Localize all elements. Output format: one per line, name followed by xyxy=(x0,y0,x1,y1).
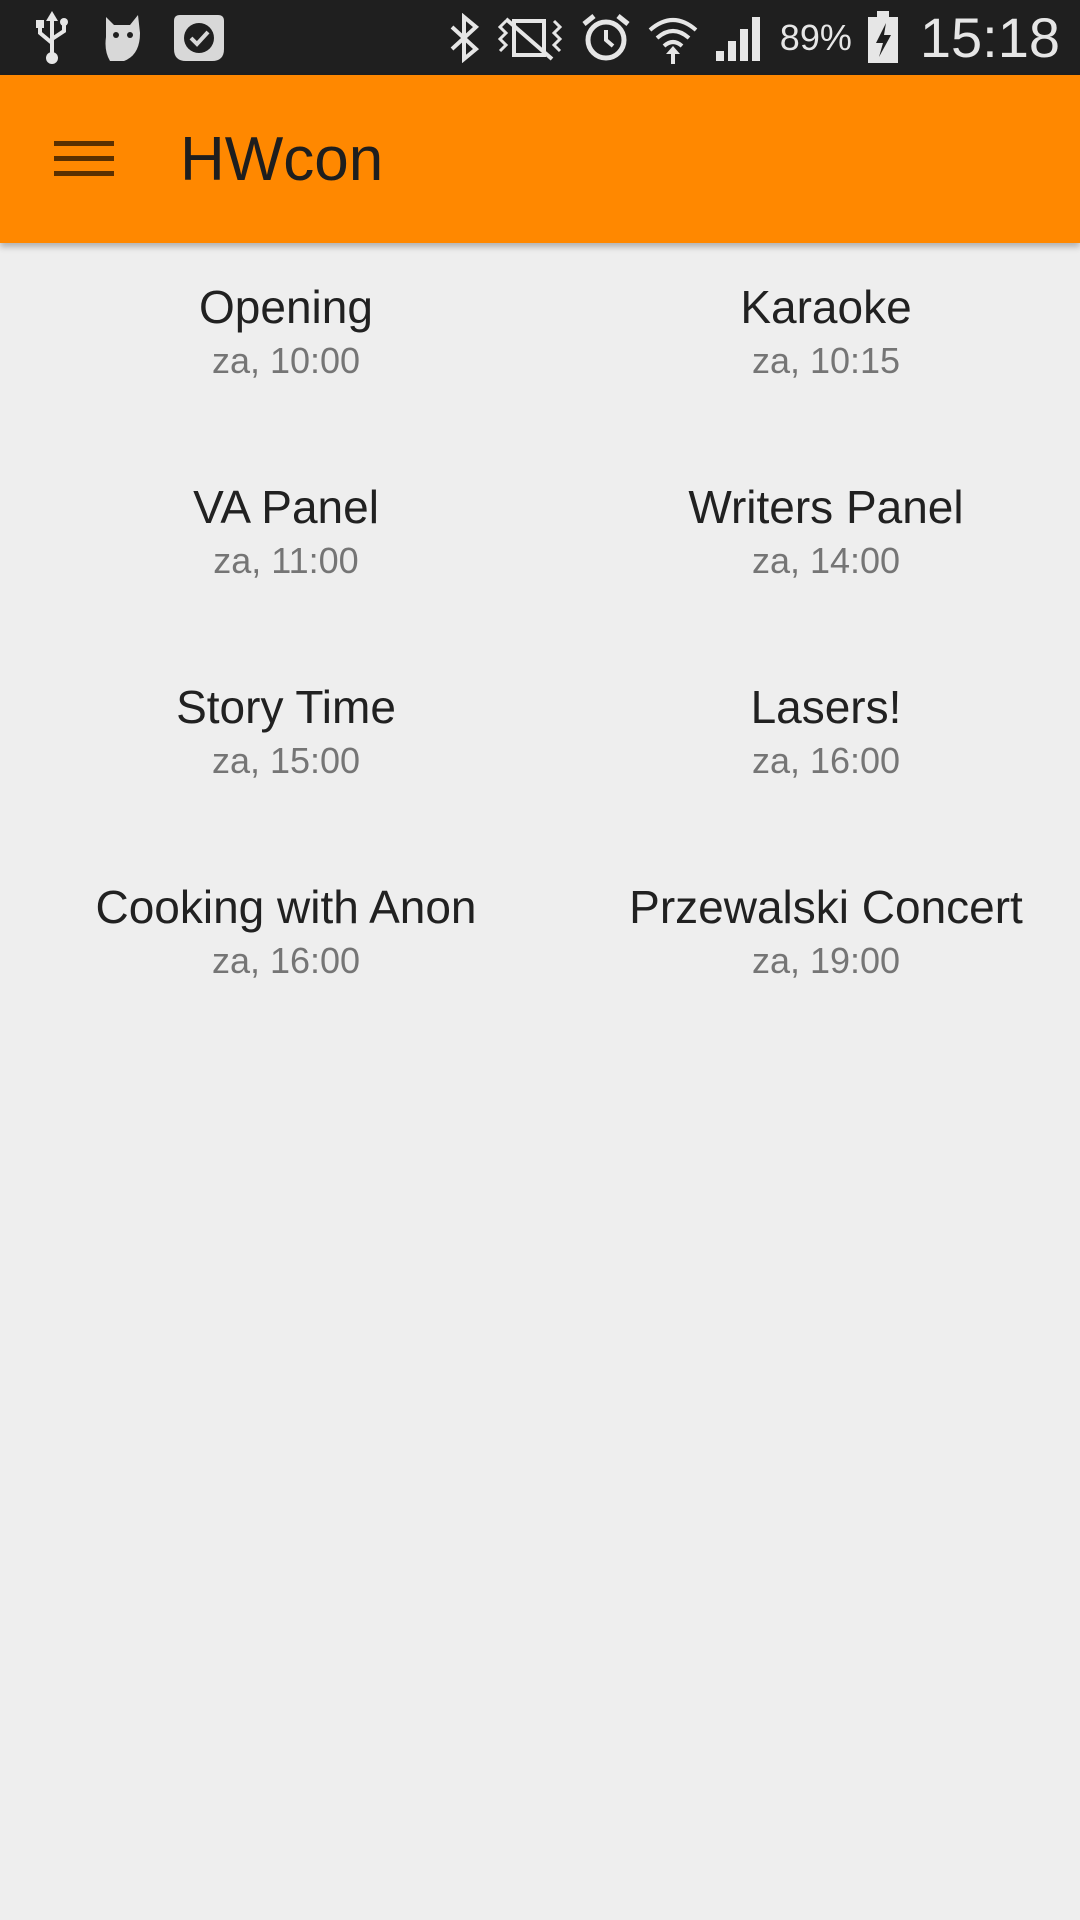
battery-percent: 89% xyxy=(779,16,852,58)
alarm-icon xyxy=(580,12,632,64)
checkmark-notification-icon xyxy=(172,11,226,65)
event-title: Writers Panel xyxy=(688,481,964,533)
event-item[interactable]: Story Time za, 15:00 xyxy=(0,643,572,843)
event-title: Przewalski Concert xyxy=(629,881,1023,933)
notification-icons xyxy=(32,10,226,66)
cat-notification-icon xyxy=(100,11,144,65)
event-time: za, 16:00 xyxy=(751,740,901,781)
event-item[interactable]: Cooking with Anon za, 16:00 xyxy=(0,843,572,1043)
event-title: Lasers! xyxy=(750,681,902,733)
event-time: za, 19:00 xyxy=(751,940,901,981)
event-grid: Opening za, 10:00 Karaoke za, 10:15 VA P… xyxy=(0,243,1080,1043)
system-icons: 89% 15:18 xyxy=(446,0,1060,75)
event-item[interactable]: Opening za, 10:00 xyxy=(0,243,572,443)
event-title: Karaoke xyxy=(740,281,912,333)
page-title: HWcon xyxy=(180,125,384,194)
hamburger-menu-icon[interactable] xyxy=(42,127,126,191)
app-bar: HWcon xyxy=(0,75,1080,243)
event-title: Story Time xyxy=(176,681,396,733)
wifi-icon xyxy=(646,12,700,64)
event-time: za, 15:00 xyxy=(211,740,361,781)
vibrate-icon xyxy=(496,13,566,63)
event-item[interactable]: VA Panel za, 11:00 xyxy=(0,443,572,643)
event-item[interactable]: Writers Panel za, 14:00 xyxy=(572,443,1080,643)
event-item[interactable]: Przewalski Concert za, 19:00 xyxy=(572,843,1080,1043)
usb-icon xyxy=(32,11,72,65)
signal-icon xyxy=(714,13,766,63)
event-item[interactable]: Lasers! za, 16:00 xyxy=(572,643,1080,843)
event-item[interactable]: Karaoke za, 10:15 xyxy=(572,243,1080,443)
event-time: za, 10:00 xyxy=(211,340,361,381)
event-title: VA Panel xyxy=(193,481,379,533)
event-title: Cooking with Anon xyxy=(95,881,477,933)
battery-charging-icon xyxy=(866,10,900,65)
bluetooth-icon xyxy=(446,12,482,63)
status-bar: 89% 15:18 xyxy=(0,0,1080,75)
event-title: Opening xyxy=(199,281,373,333)
event-time: za, 14:00 xyxy=(751,540,901,581)
event-time: za, 16:00 xyxy=(211,940,361,981)
event-time: za, 10:15 xyxy=(751,340,901,381)
clock: 15:18 xyxy=(919,6,1060,69)
event-time: za, 11:00 xyxy=(213,540,359,581)
